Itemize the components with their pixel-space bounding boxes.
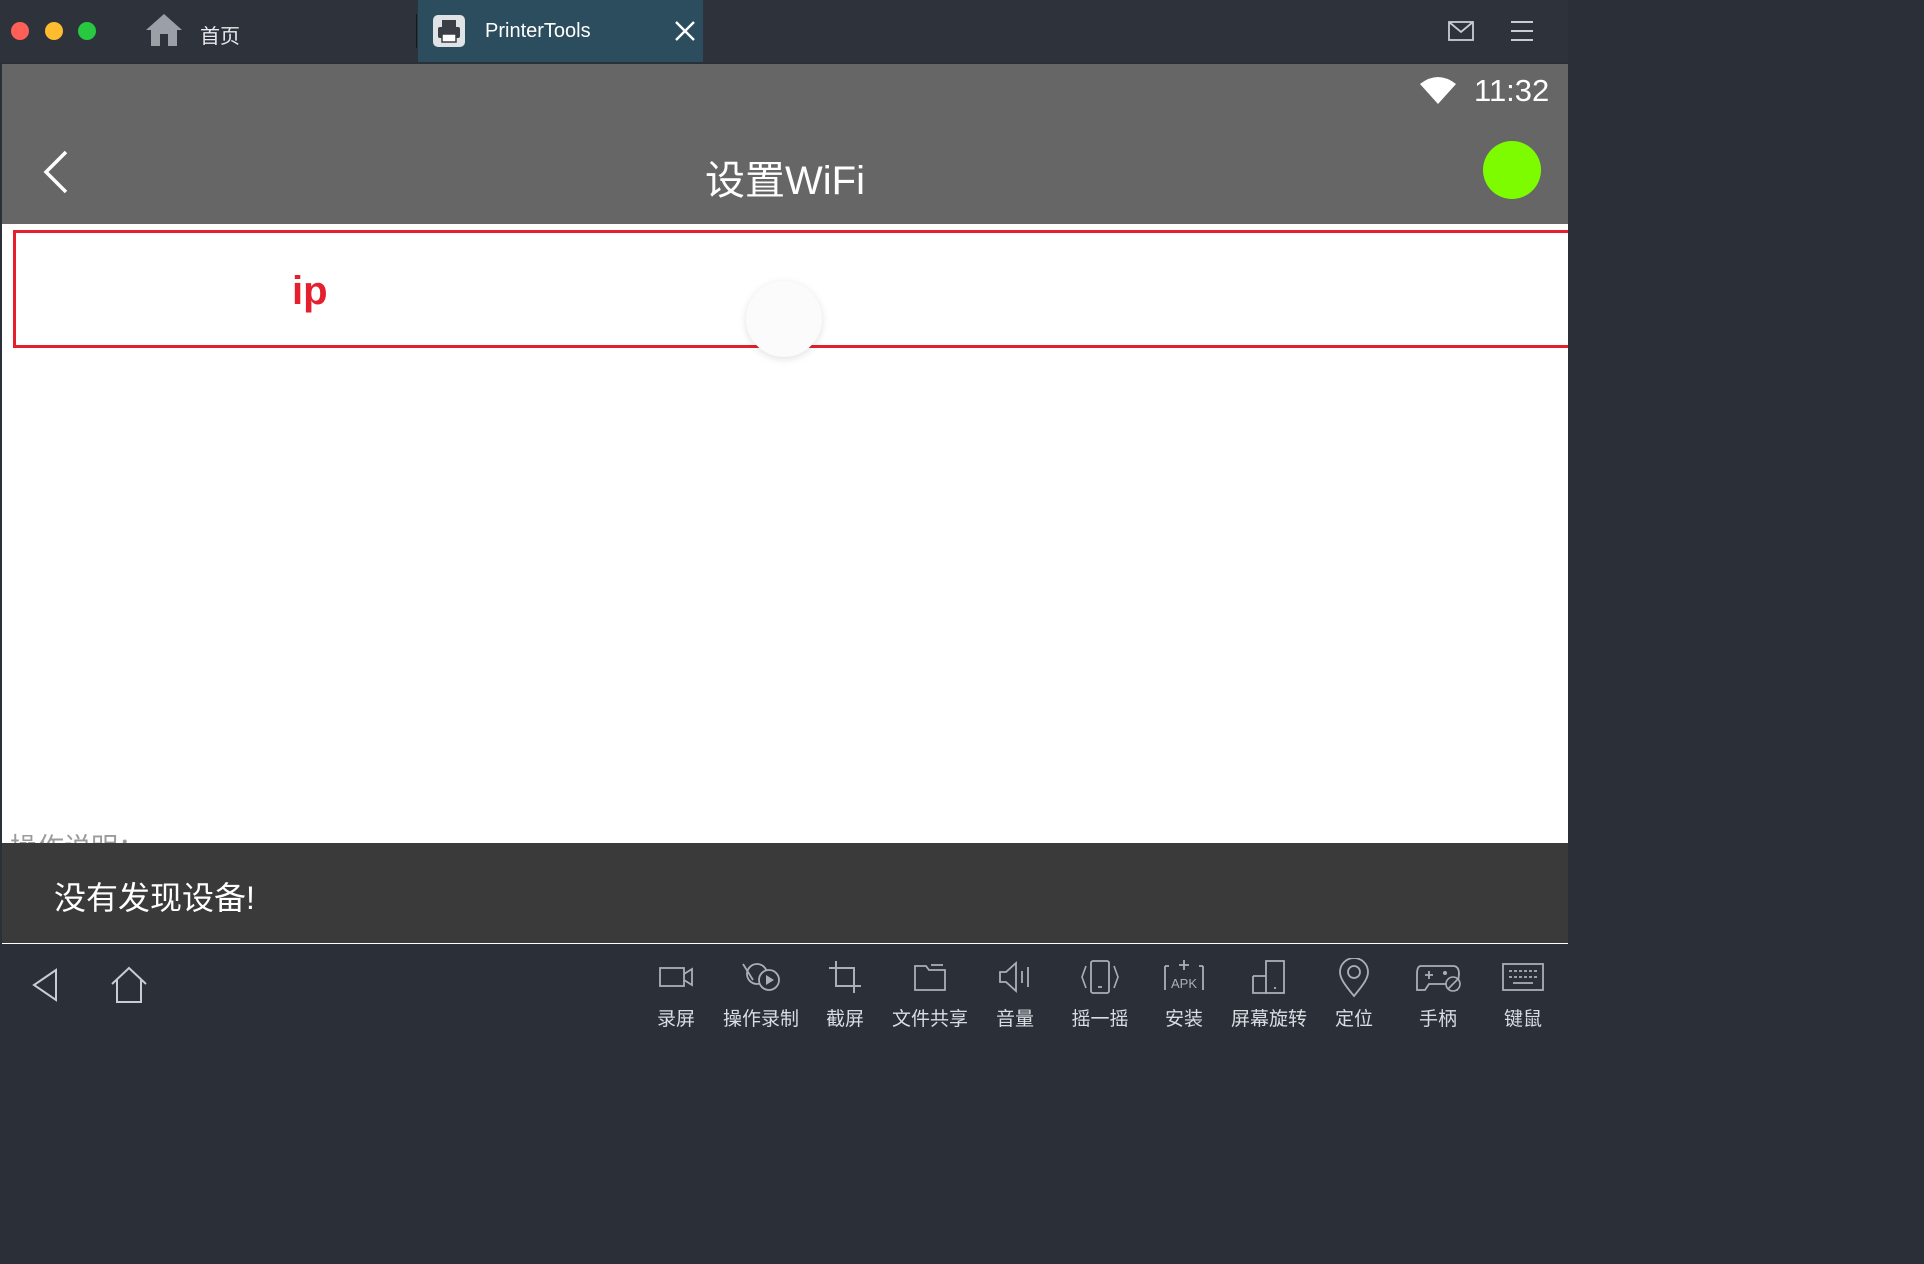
- status-bar: 11:32: [2, 64, 1568, 124]
- maximize-window-button[interactable]: [78, 22, 96, 40]
- close-tab-icon[interactable]: [673, 19, 697, 43]
- wifi-icon: [1418, 74, 1458, 111]
- connection-status-indicator: [1483, 141, 1541, 199]
- gamepad-icon: [1416, 965, 1461, 992]
- tab-printertools[interactable]: PrinterTools: [418, 0, 703, 62]
- status-time: 11:32: [1474, 73, 1550, 108]
- window-titlebar: 首页 PrinterTools: [0, 0, 1568, 62]
- emulator-toolbar: 录屏 操作录制 截屏 文件共享 音量 摇一摇 APK 安装 屏幕旋转 定位 手柄…: [0, 946, 1568, 1030]
- minimize-window-button[interactable]: [45, 22, 63, 40]
- loading-spinner: [746, 281, 822, 357]
- android-screen: 11:32 设置WiFi ip 操作说明： 没有发现设备!: [2, 64, 1568, 944]
- close-window-button[interactable]: [11, 22, 29, 40]
- folder-icon: [914, 964, 946, 991]
- apk-install-icon: APK: [1164, 960, 1204, 991]
- keyboard-icon: [1502, 963, 1544, 991]
- location-pin-icon: [1339, 958, 1369, 998]
- printer-app-icon: [433, 15, 465, 47]
- svg-text:APK: APK: [1171, 976, 1197, 991]
- ip-label: ip: [292, 269, 328, 313]
- rotate-screen-icon: [1252, 960, 1285, 994]
- tab-home-label: 首页: [200, 26, 240, 48]
- mail-icon[interactable]: [1447, 18, 1475, 44]
- back-triangle-icon[interactable]: [30, 964, 60, 1011]
- tab-printertools-label: PrinterTools: [485, 20, 591, 42]
- toast-notification: 没有发现设备!: [2, 843, 1568, 943]
- menu-icon[interactable]: [1508, 18, 1536, 44]
- keyboard-mouse-label: 键鼠: [1503, 1009, 1542, 1030]
- crop-icon: [829, 961, 861, 993]
- home-outline-icon[interactable]: [108, 964, 150, 1011]
- home-icon: [144, 12, 184, 53]
- tab-divider: [416, 14, 417, 48]
- page-title: 设置WiFi: [705, 159, 865, 203]
- tab-home[interactable]: 首页: [140, 0, 416, 62]
- volume-icon: [999, 960, 1029, 994]
- toast-message: 没有发现设备!: [54, 880, 255, 916]
- macro-record-icon: [742, 963, 780, 991]
- shake-phone-icon: [1081, 960, 1119, 994]
- video-camera-icon: [659, 967, 693, 987]
- app-bar: 设置WiFi: [2, 124, 1568, 224]
- keyboard-mouse-button[interactable]: 键鼠: [1481, 954, 1565, 1030]
